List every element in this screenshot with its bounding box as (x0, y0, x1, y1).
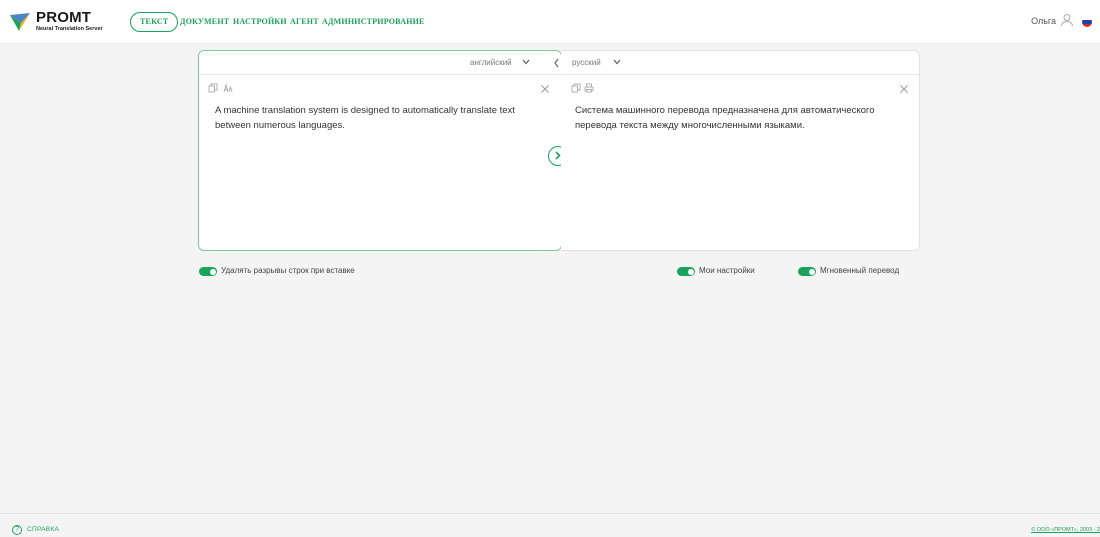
logo-subtitle: Neural Translation Server (36, 26, 103, 32)
nav-tab-text[interactable]: ТЕКСТ (130, 12, 179, 32)
source-panel (198, 50, 562, 251)
promt-logo-icon (10, 13, 30, 31)
nav-tab-administration[interactable]: АДМИНИСТРИРОВАНИЕ (322, 12, 425, 32)
top-header: PROMT Neural Translation Server ТЕКСТ ДО… (0, 0, 1100, 44)
nav-tab-agent[interactable]: АГЕНТ (290, 12, 319, 32)
help-label: СПРАВКА (27, 526, 60, 533)
copyright-link[interactable]: © ООО «ПРОМТ», 2003 - 2 (1031, 527, 1100, 533)
clear-source-icon[interactable] (540, 84, 550, 94)
my-settings-option: Мои настройки (677, 265, 777, 277)
chevron-down-icon (522, 59, 530, 65)
remove-line-breaks-toggle[interactable] (199, 267, 217, 276)
source-language-label: английский (470, 58, 512, 67)
clear-target-icon[interactable] (899, 84, 909, 94)
target-text-area: Система машинного перевода предназначена… (575, 105, 875, 131)
russian-flag-icon[interactable] (1082, 17, 1092, 27)
my-settings-toggle[interactable] (677, 267, 695, 276)
my-settings-label: Мои настройки (699, 266, 755, 275)
nav-tab-settings[interactable]: НАСТРОЙКИ (233, 12, 287, 32)
target-panel (561, 50, 920, 251)
copy-icon[interactable] (208, 83, 218, 93)
user-icon[interactable] (1060, 13, 1074, 27)
print-icon[interactable] (584, 83, 594, 93)
remove-line-breaks-label: Удалять разрывы строк при вставке (221, 266, 355, 275)
source-text-area[interactable]: A machine translation system is designed… (215, 103, 550, 133)
remove-line-breaks-option: Удалять разрывы строк при вставке (199, 265, 399, 277)
instant-translation-label: Мгновенный перевод (820, 266, 900, 275)
source-language-select[interactable]: английский (470, 51, 530, 75)
logo-wordmark: PROMT (36, 9, 92, 26)
promt-logo[interactable]: PROMT Neural Translation Server (8, 9, 123, 35)
instant-translation-toggle[interactable] (798, 267, 816, 276)
user-name[interactable]: Ольга (1031, 16, 1056, 26)
chevron-down-icon (613, 59, 621, 65)
copy-icon[interactable] (571, 83, 581, 93)
target-language-select[interactable]: русский (572, 51, 621, 75)
instant-translation-option: Мгновенный перевод (798, 265, 920, 277)
help-question-icon: ? (12, 525, 22, 535)
keyboard-script-icon[interactable] (223, 83, 233, 93)
nav-tab-document[interactable]: ДОКУМЕНТ (180, 12, 229, 32)
footer-divider (0, 513, 1100, 514)
target-language-label: русский (572, 58, 601, 67)
flag-stripe-red (1082, 23, 1092, 27)
